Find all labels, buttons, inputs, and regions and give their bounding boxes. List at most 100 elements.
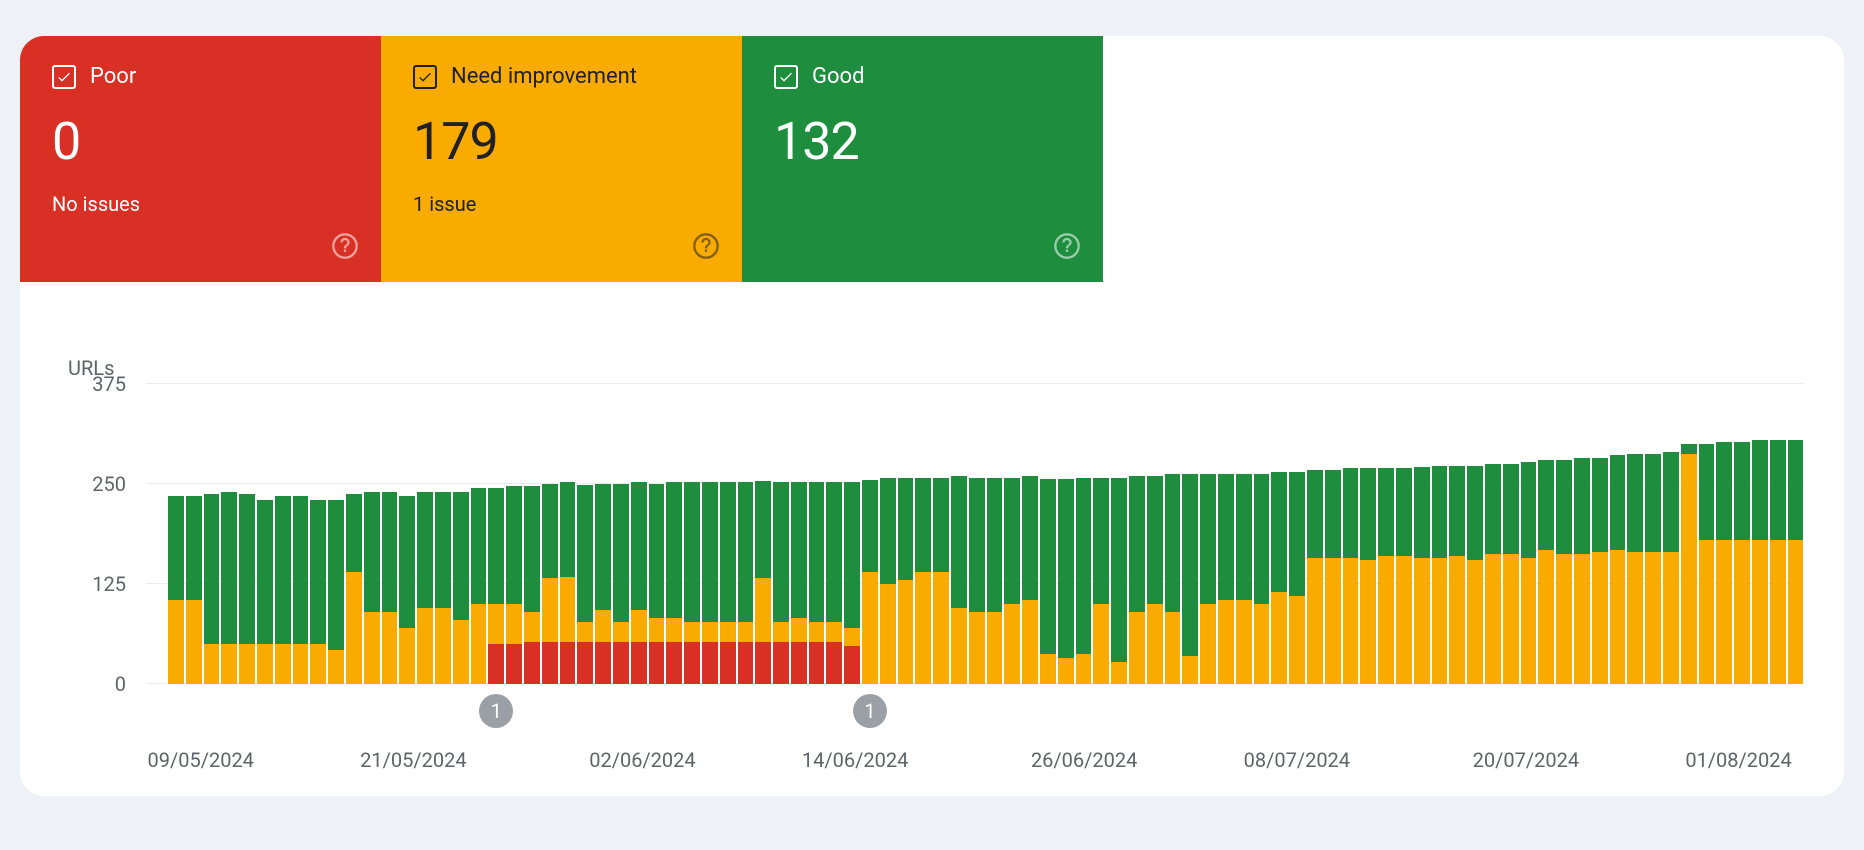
chart-bar[interactable] bbox=[809, 384, 825, 684]
chart-bar[interactable] bbox=[613, 384, 629, 684]
chart-bar[interactable] bbox=[1129, 384, 1145, 684]
chart-bar[interactable] bbox=[933, 384, 949, 684]
chart-bar[interactable] bbox=[987, 384, 1003, 684]
chart-bar[interactable] bbox=[1503, 384, 1519, 684]
help-icon[interactable] bbox=[331, 232, 359, 260]
chart-bar[interactable] bbox=[1699, 384, 1715, 684]
timeline-marker[interactable]: 1 bbox=[853, 694, 887, 728]
tile-good[interactable]: Good 132 bbox=[742, 36, 1103, 282]
chart-bar[interactable] bbox=[1556, 384, 1572, 684]
chart-bar[interactable] bbox=[1521, 384, 1537, 684]
chart-bar[interactable] bbox=[1592, 384, 1608, 684]
help-icon[interactable] bbox=[1053, 232, 1081, 260]
chart-bar[interactable] bbox=[560, 384, 576, 684]
chart-bar[interactable] bbox=[1076, 384, 1092, 684]
chart-bar[interactable] bbox=[844, 384, 860, 684]
chart-bar[interactable] bbox=[951, 384, 967, 684]
chart-bar[interactable] bbox=[1093, 384, 1109, 684]
chart-bar[interactable] bbox=[1610, 384, 1626, 684]
help-icon[interactable] bbox=[692, 232, 720, 260]
chart-bar[interactable] bbox=[1788, 384, 1804, 684]
chart-bar[interactable] bbox=[631, 384, 647, 684]
chart-bar[interactable]: 1 bbox=[488, 384, 504, 684]
chart-bar[interactable] bbox=[346, 384, 362, 684]
checkbox-poor[interactable] bbox=[52, 65, 76, 89]
chart-bar[interactable] bbox=[915, 384, 931, 684]
chart-bar[interactable] bbox=[1770, 384, 1786, 684]
chart-bar[interactable] bbox=[755, 384, 771, 684]
chart-bar[interactable] bbox=[791, 384, 807, 684]
chart-bar[interactable] bbox=[364, 384, 380, 684]
chart-bar[interactable] bbox=[1485, 384, 1501, 684]
chart-bar[interactable] bbox=[275, 384, 291, 684]
chart-bar[interactable] bbox=[168, 384, 184, 684]
chart-bar[interactable] bbox=[1165, 384, 1181, 684]
chart-bar[interactable] bbox=[1004, 384, 1020, 684]
chart-bar[interactable] bbox=[1289, 384, 1305, 684]
chart-bar[interactable] bbox=[382, 384, 398, 684]
chart-bar[interactable] bbox=[595, 384, 611, 684]
chart-bar[interactable] bbox=[773, 384, 789, 684]
chart-bar[interactable] bbox=[1663, 384, 1679, 684]
chart-bar[interactable] bbox=[577, 384, 593, 684]
chart-bar[interactable] bbox=[880, 384, 896, 684]
chart-bar[interactable] bbox=[649, 384, 665, 684]
chart-bar[interactable] bbox=[435, 384, 451, 684]
chart-bar[interactable] bbox=[826, 384, 842, 684]
chart-bar[interactable] bbox=[1022, 384, 1038, 684]
chart-bar[interactable] bbox=[1627, 384, 1643, 684]
chart-bar[interactable] bbox=[417, 384, 433, 684]
chart-bar[interactable] bbox=[1752, 384, 1768, 684]
chart-bar[interactable] bbox=[702, 384, 718, 684]
chart-bar[interactable] bbox=[1538, 384, 1554, 684]
chart-bar[interactable] bbox=[1307, 384, 1323, 684]
chart-bar[interactable] bbox=[1360, 384, 1376, 684]
chart-bar[interactable] bbox=[1574, 384, 1590, 684]
chart-bar[interactable] bbox=[738, 384, 754, 684]
chart-bar[interactable] bbox=[1734, 384, 1750, 684]
chart-bar[interactable] bbox=[1254, 384, 1270, 684]
chart-bar[interactable] bbox=[1378, 384, 1394, 684]
chart-bar[interactable]: 1 bbox=[862, 384, 878, 684]
checkbox-good[interactable] bbox=[774, 65, 798, 89]
chart-bar[interactable] bbox=[1716, 384, 1732, 684]
chart-bar[interactable] bbox=[1645, 384, 1661, 684]
chart-bar[interactable] bbox=[453, 384, 469, 684]
chart-bar[interactable] bbox=[720, 384, 736, 684]
chart-bar[interactable] bbox=[1325, 384, 1341, 684]
chart-bar[interactable] bbox=[1396, 384, 1412, 684]
chart-bar[interactable] bbox=[898, 384, 914, 684]
chart-bar[interactable] bbox=[1040, 384, 1056, 684]
chart-bar[interactable] bbox=[399, 384, 415, 684]
chart-bar[interactable] bbox=[1111, 384, 1127, 684]
chart-bar[interactable] bbox=[471, 384, 487, 684]
chart-bar[interactable] bbox=[1236, 384, 1252, 684]
chart-bar[interactable] bbox=[1147, 384, 1163, 684]
chart-bar[interactable] bbox=[1200, 384, 1216, 684]
tile-need-improvement[interactable]: Need improvement 179 1 issue bbox=[381, 36, 742, 282]
chart-bar[interactable] bbox=[186, 384, 202, 684]
chart-bar[interactable] bbox=[1449, 384, 1465, 684]
checkbox-need[interactable] bbox=[413, 65, 437, 89]
chart-bar[interactable] bbox=[1182, 384, 1198, 684]
chart-bar[interactable] bbox=[684, 384, 700, 684]
chart-bar[interactable] bbox=[969, 384, 985, 684]
chart-bar[interactable] bbox=[310, 384, 326, 684]
tile-poor[interactable]: Poor 0 No issues bbox=[20, 36, 381, 282]
chart-bar[interactable] bbox=[524, 384, 540, 684]
chart-bar[interactable] bbox=[239, 384, 255, 684]
chart-bar[interactable] bbox=[542, 384, 558, 684]
chart-bar[interactable] bbox=[328, 384, 344, 684]
chart-bar[interactable] bbox=[1432, 384, 1448, 684]
timeline-marker[interactable]: 1 bbox=[479, 694, 513, 728]
chart-bar[interactable] bbox=[1271, 384, 1287, 684]
chart-bar[interactable] bbox=[1414, 384, 1430, 684]
chart-bar[interactable] bbox=[204, 384, 220, 684]
chart-bar[interactable] bbox=[1681, 384, 1697, 684]
chart-bar[interactable] bbox=[1343, 384, 1359, 684]
chart-bar[interactable] bbox=[221, 384, 237, 684]
chart-bar[interactable] bbox=[1218, 384, 1234, 684]
chart-bar[interactable] bbox=[257, 384, 273, 684]
chart-bar[interactable] bbox=[1058, 384, 1074, 684]
chart-bar[interactable] bbox=[506, 384, 522, 684]
